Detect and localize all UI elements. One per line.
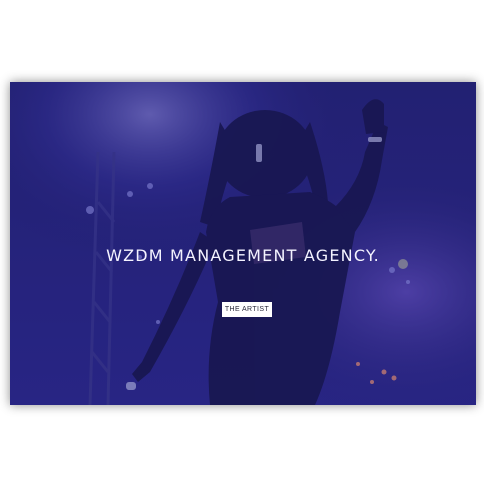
- the-artist-button[interactable]: THE ARTIST: [222, 302, 272, 317]
- hero-banner: WZDM MANAGEMENT AGENCY. THE ARTIST: [10, 82, 476, 405]
- hero-color-overlay: [10, 82, 476, 405]
- hero-headline: WZDM MANAGEMENT AGENCY.: [106, 246, 380, 265]
